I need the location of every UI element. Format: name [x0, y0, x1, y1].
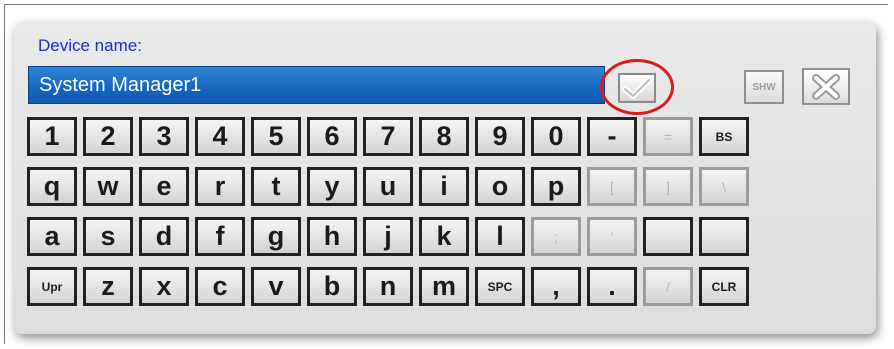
- key[interactable]: r: [195, 167, 245, 206]
- key[interactable]: =: [643, 117, 693, 156]
- dialog-title: Device name:: [38, 36, 142, 55]
- key[interactable]: 0: [531, 117, 581, 156]
- key[interactable]: l: [475, 217, 525, 256]
- key[interactable]: [: [587, 167, 637, 206]
- key[interactable]: g: [251, 217, 301, 256]
- key[interactable]: ]: [643, 167, 693, 206]
- key[interactable]: 6: [307, 117, 357, 156]
- key-blank[interactable]: [699, 217, 749, 256]
- key[interactable]: 1: [27, 117, 77, 156]
- key[interactable]: a: [27, 217, 77, 256]
- key[interactable]: 4: [195, 117, 245, 156]
- key[interactable]: -: [587, 117, 637, 156]
- key[interactable]: v: [251, 267, 301, 306]
- key[interactable]: h: [307, 217, 357, 256]
- device-name-input[interactable]: System Manager1: [28, 66, 605, 104]
- key[interactable]: y: [307, 167, 357, 206]
- key[interactable]: u: [363, 167, 413, 206]
- key[interactable]: j: [363, 217, 413, 256]
- key[interactable]: m: [419, 267, 469, 306]
- key[interactable]: /: [643, 267, 693, 306]
- key[interactable]: 5: [251, 117, 301, 156]
- key[interactable]: \: [699, 167, 749, 206]
- close-button[interactable]: [802, 68, 850, 105]
- key[interactable]: 7: [363, 117, 413, 156]
- key[interactable]: 8: [419, 117, 469, 156]
- key[interactable]: 9: [475, 117, 525, 156]
- key[interactable]: 2: [83, 117, 133, 156]
- key[interactable]: Upr: [27, 267, 77, 306]
- key[interactable]: d: [139, 217, 189, 256]
- key[interactable]: ': [587, 217, 637, 256]
- key[interactable]: i: [419, 167, 469, 206]
- key[interactable]: n: [363, 267, 413, 306]
- key[interactable]: ;: [531, 217, 581, 256]
- key[interactable]: s: [83, 217, 133, 256]
- key[interactable]: p: [531, 167, 581, 206]
- key[interactable]: f: [195, 217, 245, 256]
- close-x-icon: [812, 73, 840, 100]
- key[interactable]: 3: [139, 117, 189, 156]
- key[interactable]: b: [307, 267, 357, 306]
- show-button[interactable]: SHW: [744, 70, 784, 104]
- key[interactable]: c: [195, 267, 245, 306]
- key[interactable]: CLR: [699, 267, 749, 306]
- key[interactable]: ,: [531, 267, 581, 306]
- highlight-circle: [600, 59, 674, 115]
- key[interactable]: e: [139, 167, 189, 206]
- key[interactable]: t: [251, 167, 301, 206]
- key[interactable]: SPC: [475, 267, 525, 306]
- key[interactable]: o: [475, 167, 525, 206]
- key[interactable]: q: [27, 167, 77, 206]
- key[interactable]: x: [139, 267, 189, 306]
- key[interactable]: k: [419, 217, 469, 256]
- key-blank[interactable]: [643, 217, 693, 256]
- key[interactable]: BS: [699, 117, 749, 156]
- key[interactable]: w: [83, 167, 133, 206]
- key[interactable]: z: [83, 267, 133, 306]
- keyboard-dialog: Device name: System Manager1 SHW 1234567…: [14, 22, 876, 334]
- key[interactable]: .: [587, 267, 637, 306]
